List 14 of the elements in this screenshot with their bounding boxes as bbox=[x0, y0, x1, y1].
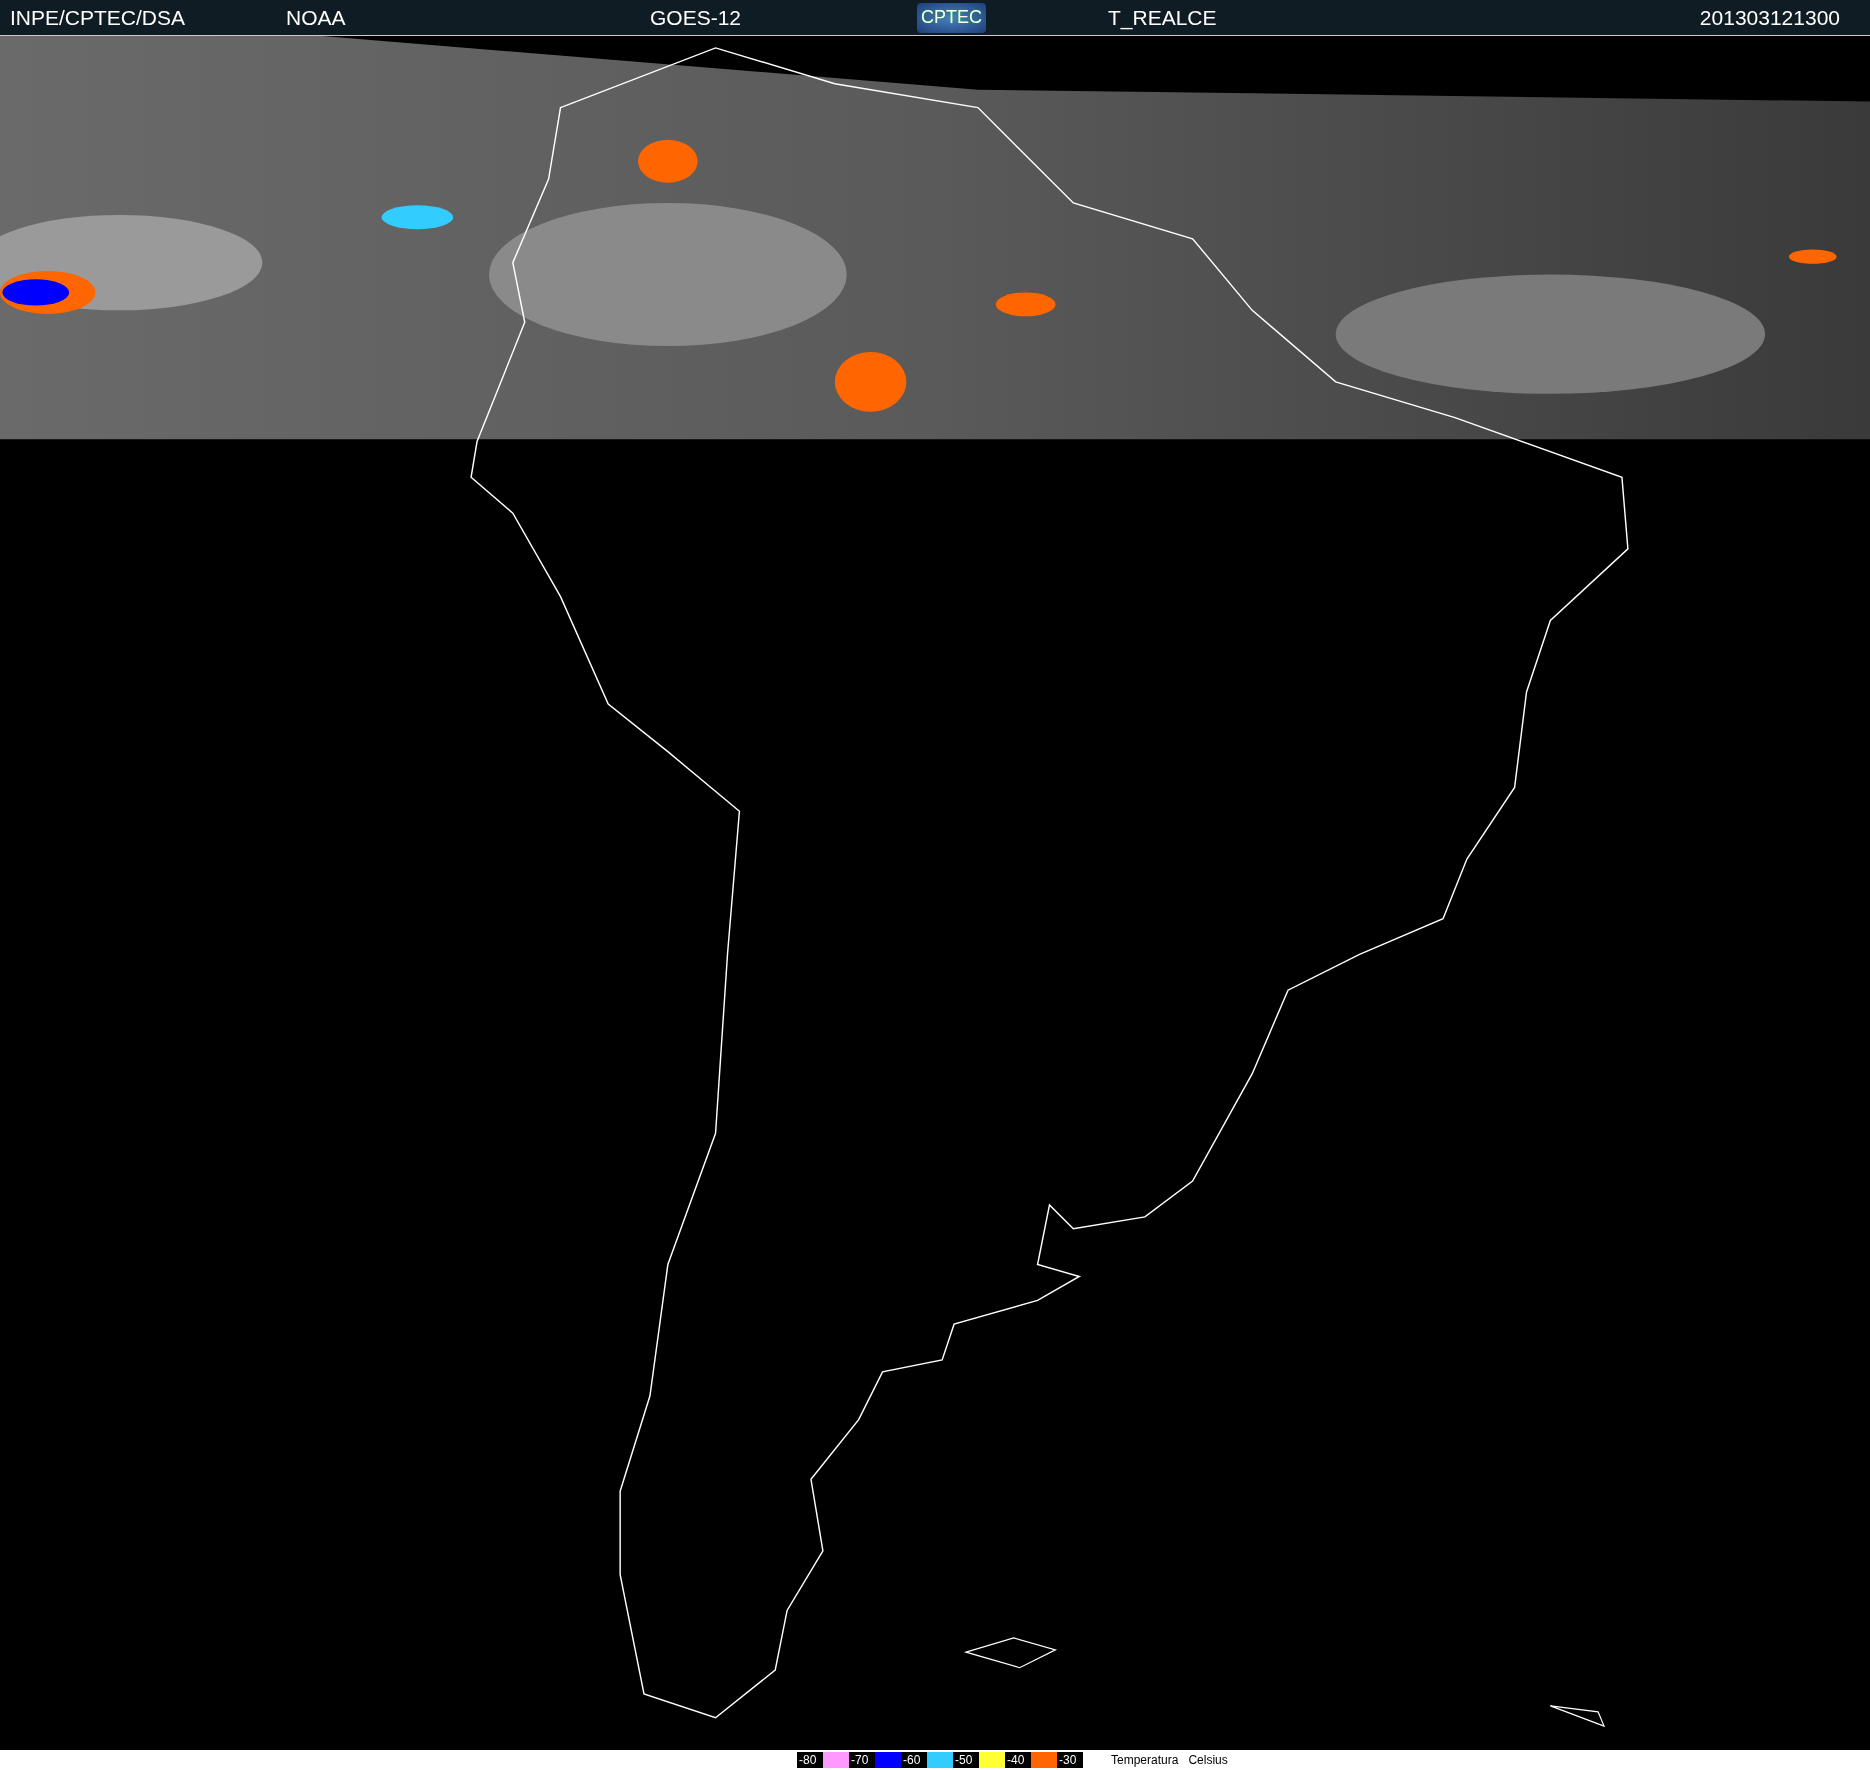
header-label: 201303121300 bbox=[1699, 5, 1840, 29]
legend-value: -60 bbox=[901, 1752, 927, 1768]
legend-unit: Celsius bbox=[1188, 1753, 1228, 1767]
header-label: T_REALCE bbox=[1108, 5, 1217, 29]
header-label: NOAA bbox=[286, 5, 346, 29]
legend-value: -40 bbox=[1005, 1752, 1031, 1768]
legend-value: -30 bbox=[1057, 1752, 1083, 1768]
legend-title: Temperatura bbox=[1111, 1753, 1179, 1767]
legend-value: -50 bbox=[953, 1752, 979, 1768]
header-label: INPE/CPTEC/DSA bbox=[10, 5, 186, 29]
legend-value: -70 bbox=[849, 1752, 875, 1768]
cptec-logo: CPTEC bbox=[917, 2, 986, 33]
legend-value: -80 bbox=[797, 1752, 823, 1768]
header-label: GOES-12 bbox=[650, 5, 742, 29]
